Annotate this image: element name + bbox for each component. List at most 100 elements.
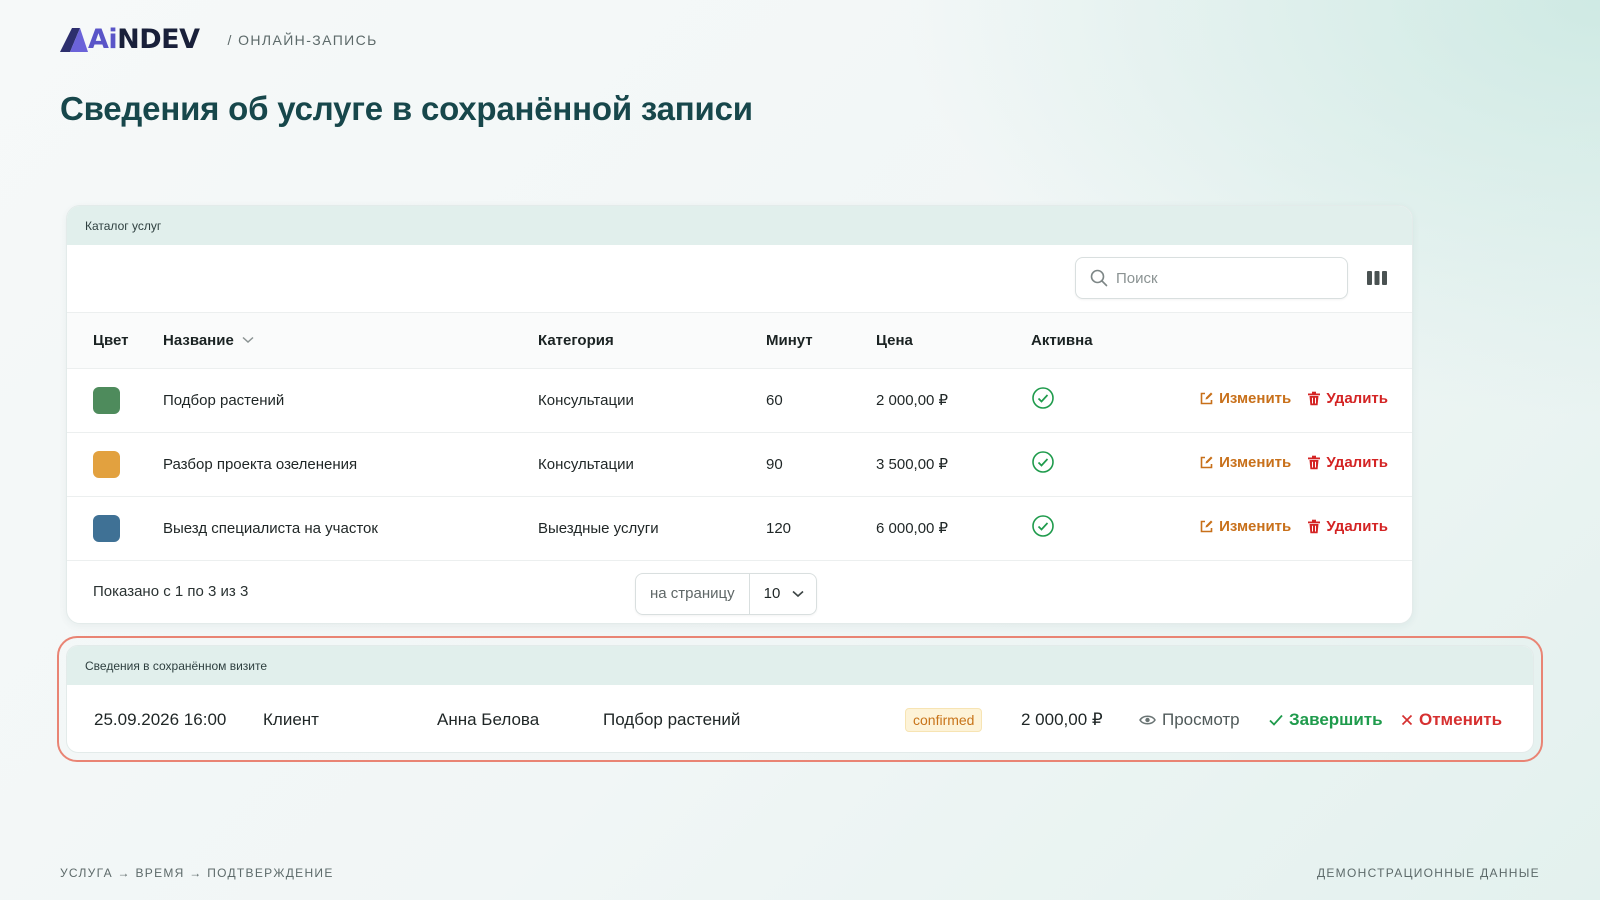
services-catalog-card: Каталог услуг Цвет Название Категория Ми… <box>66 205 1413 624</box>
service-category-cell: Выездные услуги <box>538 496 766 561</box>
catalog-footer: Показано с 1 по 3 из 3 на страницу 10 <box>67 561 1412 624</box>
edit-icon <box>1200 392 1213 405</box>
logo-prefix: Ai <box>88 24 118 55</box>
service-category-cell: Консультации <box>538 432 766 497</box>
header: AiNDEV / ОНЛАЙН-ЗАПИСЬ <box>60 26 378 54</box>
edit-button[interactable]: Изменить <box>1199 454 1291 471</box>
complete-button-label: Завершить <box>1289 710 1383 729</box>
color-cell <box>67 496 163 561</box>
search-input[interactable] <box>1116 269 1316 287</box>
edit-button[interactable]: Изменить <box>1199 518 1291 535</box>
color-cell <box>67 368 163 433</box>
view-button[interactable]: Просмотр <box>1139 710 1240 730</box>
chevron-down-icon <box>792 590 804 597</box>
column-header-name[interactable]: Название <box>163 313 538 369</box>
visit-card-title: Сведения в сохранённом визите <box>67 646 1533 685</box>
logo-suffix: NDEV <box>117 24 200 55</box>
catalog-card-title: Каталог услуг <box>67 206 1412 245</box>
footer-note: ДЕМОНСТРАЦИОННЫЕ ДАННЫЕ <box>1316 866 1540 880</box>
service-minutes-cell: 60 <box>766 368 876 433</box>
close-icon <box>1401 714 1413 726</box>
column-header-name-label: Название <box>163 331 234 349</box>
delete-button-label: Удалить <box>1326 518 1388 535</box>
check-circle-icon <box>1032 515 1054 537</box>
table-row: Подбор растений Консультации 60 2 000,00… <box>67 368 1412 433</box>
service-name-cell: Подбор растений <box>163 368 538 433</box>
visit-client-label: Клиент <box>263 710 319 729</box>
logo-word: AiNDEV <box>88 26 200 54</box>
columns-icon <box>1367 271 1387 285</box>
logo-mark-icon <box>60 28 88 52</box>
service-minutes-cell: 90 <box>766 432 876 497</box>
columns-toggle-button[interactable] <box>1366 269 1388 292</box>
saved-visit-card: Сведения в сохранённом визите 25.09.2026… <box>66 645 1534 753</box>
service-minutes-cell: 120 <box>766 496 876 561</box>
column-header-minutes: Минут <box>766 313 876 369</box>
catalog-toolbar <box>67 245 1412 313</box>
delete-button-label: Удалить <box>1326 390 1388 407</box>
status-badge: confirmed <box>905 708 983 732</box>
per-page-label: на страницу <box>636 573 750 614</box>
cancel-button-label: Отменить <box>1419 710 1503 729</box>
check-icon <box>1269 714 1283 726</box>
logo: AiNDEV <box>60 26 200 54</box>
trash-icon <box>1308 519 1321 534</box>
column-header-color: Цвет <box>67 313 163 369</box>
footer-steps: УСЛУГА → ВРЕМЯ → ПОДТВЕРЖДЕНИЕ <box>60 866 334 880</box>
edit-button-label: Изменить <box>1219 390 1292 407</box>
chevron-down-icon <box>242 336 254 343</box>
color-swatch <box>93 514 120 542</box>
search-icon <box>1090 269 1108 287</box>
check-circle-icon <box>1032 387 1054 409</box>
delete-button[interactable]: Удалить <box>1307 518 1388 535</box>
edit-button-label: Изменить <box>1219 518 1292 535</box>
search-box[interactable] <box>1075 257 1348 299</box>
active-cell <box>1031 432 1151 497</box>
delete-button[interactable]: Удалить <box>1307 454 1388 471</box>
services-table: Цвет Название Категория Минут Цена Актив… <box>67 313 1412 561</box>
actions-cell: Изменить Удалить <box>1151 432 1412 497</box>
column-header-active: Активна <box>1031 313 1151 369</box>
service-price-cell: 6 000,00 ₽ <box>876 496 1031 561</box>
per-page-value: 10 <box>763 585 781 602</box>
visit-client-name: Анна Белова <box>437 710 540 729</box>
service-name-cell: Разбор проекта озеленения <box>163 432 538 497</box>
actions-cell: Изменить Удалить <box>1151 368 1412 433</box>
edit-icon <box>1200 456 1213 469</box>
edit-icon <box>1200 520 1213 533</box>
cancel-button[interactable]: Отменить <box>1401 710 1502 730</box>
column-header-actions <box>1151 313 1412 369</box>
eye-icon <box>1139 715 1156 725</box>
complete-button[interactable]: Завершить <box>1269 710 1383 730</box>
active-cell <box>1031 496 1151 561</box>
breadcrumb[interactable]: / ОНЛАЙН-ЗАПИСЬ <box>228 32 378 48</box>
trash-icon <box>1308 455 1321 470</box>
pagination-info: Показано с 1 по 3 из 3 <box>93 582 249 600</box>
check-circle-icon <box>1032 451 1054 473</box>
visit-row: 25.09.2026 16:00 Клиент Анна Белова Подб… <box>67 685 1533 752</box>
page-title: Сведения об услуге в сохранённой записи <box>60 90 753 127</box>
actions-cell: Изменить Удалить <box>1151 496 1412 561</box>
visit-price: 2 000,00 ₽ <box>1021 710 1103 729</box>
per-page-select[interactable]: на страницу 10 <box>635 572 818 615</box>
trash-icon <box>1308 391 1321 406</box>
color-swatch <box>93 386 120 414</box>
service-price-cell: 2 000,00 ₽ <box>876 368 1031 433</box>
table-row: Выезд специалиста на участок Выездные ус… <box>67 496 1412 561</box>
edit-button[interactable]: Изменить <box>1199 390 1291 407</box>
column-header-category: Категория <box>538 313 766 369</box>
service-price-cell: 3 500,00 ₽ <box>876 432 1031 497</box>
service-name-cell: Выезд специалиста на участок <box>163 496 538 561</box>
visit-service: Подбор растений <box>603 710 741 729</box>
delete-button[interactable]: Удалить <box>1307 390 1388 407</box>
color-cell <box>67 432 163 497</box>
table-row: Разбор проекта озеленения Консультации 9… <box>67 432 1412 497</box>
edit-button-label: Изменить <box>1219 454 1292 471</box>
visit-datetime: 25.09.2026 16:00 <box>94 710 227 729</box>
column-header-price: Цена <box>876 313 1031 369</box>
table-header-row: Цвет Название Категория Минут Цена Актив… <box>67 313 1412 369</box>
delete-button-label: Удалить <box>1326 454 1388 471</box>
per-page-value-wrap[interactable]: 10 <box>750 585 817 602</box>
service-category-cell: Консультации <box>538 368 766 433</box>
active-cell <box>1031 368 1151 433</box>
